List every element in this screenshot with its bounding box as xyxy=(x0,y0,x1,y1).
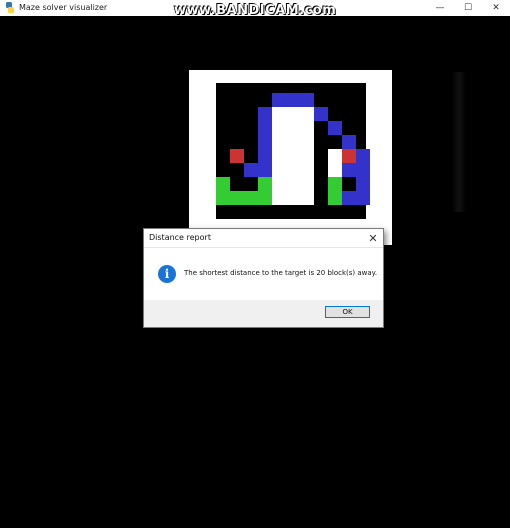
maze-path-cell xyxy=(258,107,272,121)
distance-report-dialog: Distance report ✕ i The shortest distanc… xyxy=(143,228,384,328)
maze-open-cell xyxy=(286,135,300,149)
maze-start-cell xyxy=(258,177,272,191)
maze-path-cell xyxy=(342,135,356,149)
maze-open-cell xyxy=(300,149,314,163)
minimize-button[interactable]: — xyxy=(426,0,454,16)
dialog-title: Distance report xyxy=(149,233,211,242)
maze-open-cell xyxy=(300,121,314,135)
maze-open-cell xyxy=(272,121,286,135)
dialog-close-button[interactable]: ✕ xyxy=(365,230,381,246)
maze-open-cell xyxy=(272,163,286,177)
minimize-icon: — xyxy=(435,3,445,13)
maze-path-cell xyxy=(258,149,272,163)
maze-open-cell xyxy=(272,135,286,149)
dialog-title-bar: Distance report ✕ xyxy=(144,229,383,248)
maze-path-cell xyxy=(258,135,272,149)
maze-start-cell xyxy=(258,191,272,205)
maze-open-cell xyxy=(272,177,286,191)
ok-button-label: OK xyxy=(342,308,353,316)
maze-path-cell xyxy=(356,177,370,191)
maze-start-cell xyxy=(244,191,258,205)
maze-open-cell xyxy=(300,191,314,205)
maze-open-cell xyxy=(300,135,314,149)
maze-start-cell xyxy=(328,191,342,205)
maze-target-cell xyxy=(230,149,244,163)
maze-open-cell xyxy=(300,177,314,191)
maze-path-cell xyxy=(356,191,370,205)
maze-grid xyxy=(216,83,370,219)
close-icon: ✕ xyxy=(492,3,500,13)
maze-start-cell xyxy=(230,191,244,205)
maze-path-cell xyxy=(286,93,300,107)
bandicam-watermark: www.BANDICAM.com xyxy=(174,3,337,18)
maze-path-cell xyxy=(300,93,314,107)
maze-path-cell xyxy=(356,163,370,177)
maze-open-cell xyxy=(286,107,300,121)
maze-start-cell xyxy=(216,177,230,191)
maze-start-cell xyxy=(328,177,342,191)
window-close-button[interactable]: ✕ xyxy=(482,0,510,16)
window-edge-glow xyxy=(452,72,466,212)
info-icon: i xyxy=(158,265,176,283)
close-icon: ✕ xyxy=(368,231,378,245)
maze-open-cell xyxy=(272,107,286,121)
python-app-icon xyxy=(6,2,14,13)
maze-open-cell xyxy=(300,107,314,121)
maze-path-cell xyxy=(342,163,356,177)
maze-open-cell xyxy=(286,177,300,191)
maximize-icon: ☐ xyxy=(463,3,473,13)
maximize-button[interactable]: ☐ xyxy=(454,0,482,16)
maze-open-cell xyxy=(272,149,286,163)
maze-open-cell xyxy=(328,163,342,177)
dialog-body: i The shortest distance to the target is… xyxy=(144,248,383,300)
maze-path-cell xyxy=(342,191,356,205)
maze-path-cell xyxy=(356,149,370,163)
dialog-message: The shortest distance to the target is 2… xyxy=(184,269,378,277)
maze-path-cell xyxy=(244,163,258,177)
maze-path-cell xyxy=(328,121,342,135)
maze-open-cell xyxy=(286,191,300,205)
maze-open-cell xyxy=(286,149,300,163)
maze-open-cell xyxy=(300,163,314,177)
maze-path-cell xyxy=(314,107,328,121)
maze-path-cell xyxy=(272,93,286,107)
maze-path-cell xyxy=(258,121,272,135)
maze-open-cell xyxy=(272,191,286,205)
maze-open-cell xyxy=(286,121,300,135)
maze-open-cell xyxy=(286,163,300,177)
window-title: Maze solver visualizer xyxy=(19,3,108,12)
maze-start-cell xyxy=(216,191,230,205)
maze-open-cell xyxy=(328,149,342,163)
maze-path-cell xyxy=(258,163,272,177)
maze-target-cell xyxy=(342,149,356,163)
ok-button[interactable]: OK xyxy=(325,306,370,318)
